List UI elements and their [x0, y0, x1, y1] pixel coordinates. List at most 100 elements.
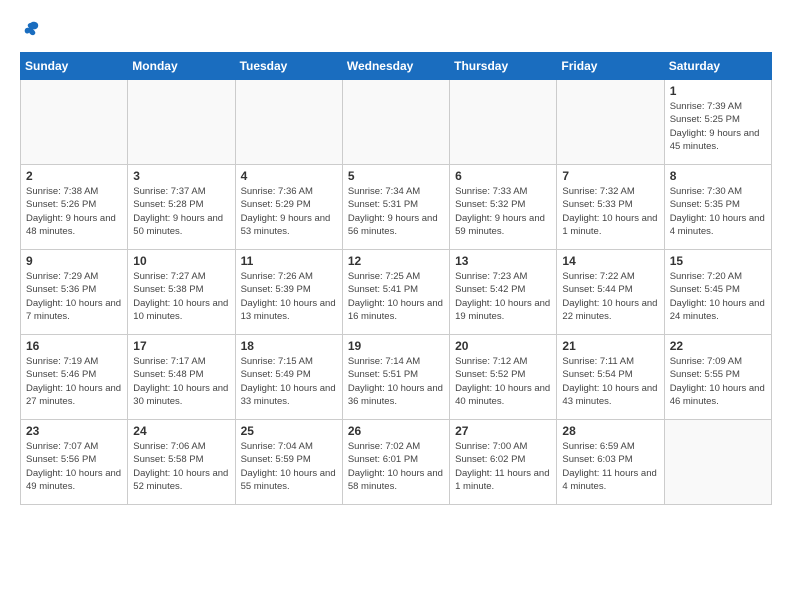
- calendar-cell: [664, 420, 771, 505]
- day-info: Sunrise: 7:23 AM Sunset: 5:42 PM Dayligh…: [455, 270, 551, 323]
- day-number: 7: [562, 169, 658, 183]
- page-header: [20, 20, 772, 42]
- day-number: 20: [455, 339, 551, 353]
- day-number: 14: [562, 254, 658, 268]
- day-number: 3: [133, 169, 229, 183]
- day-info: Sunrise: 7:22 AM Sunset: 5:44 PM Dayligh…: [562, 270, 658, 323]
- day-number: 5: [348, 169, 444, 183]
- calendar-header-row: SundayMondayTuesdayWednesdayThursdayFrid…: [21, 53, 772, 80]
- day-number: 22: [670, 339, 766, 353]
- calendar-cell: 2Sunrise: 7:38 AM Sunset: 5:26 PM Daylig…: [21, 165, 128, 250]
- day-number: 10: [133, 254, 229, 268]
- day-number: 15: [670, 254, 766, 268]
- calendar-cell: 3 Sunrise: 7:37 AM Sunset: 5:28 PM Daylig…: [128, 165, 235, 250]
- day-number: 11: [241, 254, 337, 268]
- day-number: 26: [348, 424, 444, 438]
- day-info: Sunrise: 7:26 AM Sunset: 5:39 PM Dayligh…: [241, 270, 337, 323]
- day-number: 18: [241, 339, 337, 353]
- day-info: Sunrise: 7:39 AM Sunset: 5:25 PM Dayligh…: [670, 100, 766, 153]
- calendar-cell: 17 Sunrise: 7:17 AM Sunset: 5:48 PM Dayli…: [128, 335, 235, 420]
- day-info: Sunrise: 7:19 AM Sunset: 5:46 PM Dayligh…: [26, 355, 122, 408]
- calendar-cell: 12 Sunrise: 7:25 AM Sunset: 5:41 PM Dayli…: [342, 250, 449, 335]
- calendar-cell: 5 Sunrise: 7:34 AM Sunset: 5:31 PM Daylig…: [342, 165, 449, 250]
- calendar-cell: [235, 80, 342, 165]
- day-info: Sunrise: 7:27 AM Sunset: 5:38 PM Dayligh…: [133, 270, 229, 323]
- calendar-header-wednesday: Wednesday: [342, 53, 449, 80]
- day-number: 25: [241, 424, 337, 438]
- day-number: 6: [455, 169, 551, 183]
- calendar-header-saturday: Saturday: [664, 53, 771, 80]
- calendar-cell: 20 Sunrise: 7:12 AM Sunset: 5:52 PM Dayli…: [450, 335, 557, 420]
- week-row-5: 23 Sunrise: 7:07 AM Sunset: 5:56 PM Dayli…: [21, 420, 772, 505]
- day-number: 23: [26, 424, 122, 438]
- day-info: Sunrise: 7:12 AM Sunset: 5:52 PM Dayligh…: [455, 355, 551, 408]
- logo: [20, 20, 40, 42]
- calendar-cell: 8 Sunrise: 7:30 AM Sunset: 5:35 PM Daylig…: [664, 165, 771, 250]
- day-number: 13: [455, 254, 551, 268]
- week-row-4: 16 Sunrise: 7:19 AM Sunset: 5:46 PM Dayli…: [21, 335, 772, 420]
- calendar-cell: 14 Sunrise: 7:22 AM Sunset: 5:44 PM Dayli…: [557, 250, 664, 335]
- day-info: Sunrise: 7:11 AM Sunset: 5:54 PM Dayligh…: [562, 355, 658, 408]
- week-row-2: 2Sunrise: 7:38 AM Sunset: 5:26 PM Daylig…: [21, 165, 772, 250]
- day-number: 2: [26, 169, 122, 183]
- day-info: Sunrise: 7:33 AM Sunset: 5:32 PM Dayligh…: [455, 185, 551, 238]
- calendar-cell: [128, 80, 235, 165]
- calendar-cell: 7 Sunrise: 7:32 AM Sunset: 5:33 PM Daylig…: [557, 165, 664, 250]
- day-number: 4: [241, 169, 337, 183]
- day-info: Sunrise: 7:15 AM Sunset: 5:49 PM Dayligh…: [241, 355, 337, 408]
- calendar-cell: 28 Sunrise: 6:59 AM Sunset: 6:03 PM Dayli…: [557, 420, 664, 505]
- day-number: 17: [133, 339, 229, 353]
- day-number: 24: [133, 424, 229, 438]
- day-info: Sunrise: 7:37 AM Sunset: 5:28 PM Dayligh…: [133, 185, 229, 238]
- day-number: 27: [455, 424, 551, 438]
- calendar-header-thursday: Thursday: [450, 53, 557, 80]
- week-row-3: 9 Sunrise: 7:29 AM Sunset: 5:36 PM Daylig…: [21, 250, 772, 335]
- day-info: Sunrise: 7:07 AM Sunset: 5:56 PM Dayligh…: [26, 440, 122, 493]
- calendar-cell: [557, 80, 664, 165]
- day-number: 16: [26, 339, 122, 353]
- day-info: Sunrise: 7:32 AM Sunset: 5:33 PM Dayligh…: [562, 185, 658, 238]
- day-info: Sunrise: 7:09 AM Sunset: 5:55 PM Dayligh…: [670, 355, 766, 408]
- day-info: Sunrise: 7:06 AM Sunset: 5:58 PM Dayligh…: [133, 440, 229, 493]
- week-row-1: 1 Sunrise: 7:39 AM Sunset: 5:25 PM Daylig…: [21, 80, 772, 165]
- day-number: 28: [562, 424, 658, 438]
- calendar-cell: [21, 80, 128, 165]
- calendar-cell: 13 Sunrise: 7:23 AM Sunset: 5:42 PM Dayli…: [450, 250, 557, 335]
- calendar-cell: 1 Sunrise: 7:39 AM Sunset: 5:25 PM Daylig…: [664, 80, 771, 165]
- day-info: Sunrise: 7:04 AM Sunset: 5:59 PM Dayligh…: [241, 440, 337, 493]
- calendar-cell: [342, 80, 449, 165]
- day-number: 19: [348, 339, 444, 353]
- day-info: Sunrise: 7:14 AM Sunset: 5:51 PM Dayligh…: [348, 355, 444, 408]
- calendar-cell: [450, 80, 557, 165]
- calendar-cell: 15 Sunrise: 7:20 AM Sunset: 5:45 PM Dayli…: [664, 250, 771, 335]
- day-info: Sunrise: 7:17 AM Sunset: 5:48 PM Dayligh…: [133, 355, 229, 408]
- calendar-cell: 22 Sunrise: 7:09 AM Sunset: 5:55 PM Dayli…: [664, 335, 771, 420]
- day-number: 21: [562, 339, 658, 353]
- day-info: Sunrise: 7:34 AM Sunset: 5:31 PM Dayligh…: [348, 185, 444, 238]
- calendar-header-tuesday: Tuesday: [235, 53, 342, 80]
- calendar-cell: 23 Sunrise: 7:07 AM Sunset: 5:56 PM Dayli…: [21, 420, 128, 505]
- calendar-cell: 21 Sunrise: 7:11 AM Sunset: 5:54 PM Dayli…: [557, 335, 664, 420]
- day-number: 8: [670, 169, 766, 183]
- calendar-table: SundayMondayTuesdayWednesdayThursdayFrid…: [20, 52, 772, 505]
- day-info: Sunrise: 7:29 AM Sunset: 5:36 PM Dayligh…: [26, 270, 122, 323]
- calendar-header-monday: Monday: [128, 53, 235, 80]
- day-number: 12: [348, 254, 444, 268]
- day-info: Sunrise: 7:25 AM Sunset: 5:41 PM Dayligh…: [348, 270, 444, 323]
- day-number: 1: [670, 84, 766, 98]
- calendar-cell: 26Sunrise: 7:02 AM Sunset: 6:01 PM Dayli…: [342, 420, 449, 505]
- day-number: 9: [26, 254, 122, 268]
- day-info: Sunrise: 7:20 AM Sunset: 5:45 PM Dayligh…: [670, 270, 766, 323]
- day-info: Sunrise: 7:00 AM Sunset: 6:02 PM Dayligh…: [455, 440, 551, 493]
- calendar-cell: 6 Sunrise: 7:33 AM Sunset: 5:32 PM Daylig…: [450, 165, 557, 250]
- calendar-cell: 18 Sunrise: 7:15 AM Sunset: 5:49 PM Dayli…: [235, 335, 342, 420]
- calendar-cell: 25 Sunrise: 7:04 AM Sunset: 5:59 PM Dayli…: [235, 420, 342, 505]
- day-info: Sunrise: 7:30 AM Sunset: 5:35 PM Dayligh…: [670, 185, 766, 238]
- calendar-cell: 11 Sunrise: 7:26 AM Sunset: 5:39 PM Dayli…: [235, 250, 342, 335]
- calendar-cell: 19 Sunrise: 7:14 AM Sunset: 5:51 PM Dayli…: [342, 335, 449, 420]
- calendar-cell: 9 Sunrise: 7:29 AM Sunset: 5:36 PM Daylig…: [21, 250, 128, 335]
- calendar-header-sunday: Sunday: [21, 53, 128, 80]
- calendar-cell: 27 Sunrise: 7:00 AM Sunset: 6:02 PM Dayli…: [450, 420, 557, 505]
- calendar-cell: 4Sunrise: 7:36 AM Sunset: 5:29 PM Daylig…: [235, 165, 342, 250]
- day-info: Sunrise: 6:59 AM Sunset: 6:03 PM Dayligh…: [562, 440, 658, 493]
